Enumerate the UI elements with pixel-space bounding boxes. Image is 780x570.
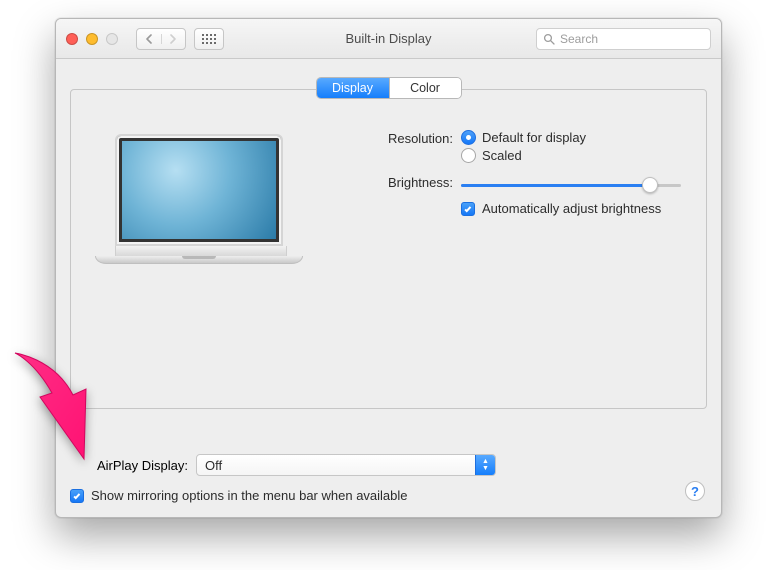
radio-on-icon: [461, 130, 476, 145]
search-field[interactable]: Search: [536, 28, 711, 50]
display-settings: Resolution: Default for display Scaled: [365, 130, 681, 224]
display-preview-image: [115, 134, 303, 264]
slider-thumb[interactable]: [642, 177, 658, 193]
titlebar: Built-in Display Search: [56, 19, 721, 59]
window-controls: [66, 33, 128, 45]
slider-fill: [461, 184, 650, 187]
nav-back-forward: [136, 28, 186, 50]
tab-display[interactable]: Display: [317, 78, 389, 98]
resolution-label: Resolution:: [365, 130, 461, 146]
back-button[interactable]: [137, 34, 161, 44]
airplay-label: AirPlay Display:: [70, 458, 188, 473]
airplay-popup[interactable]: Off ▲▼: [196, 454, 496, 476]
mirroring-label: Show mirroring options in the menu bar w…: [91, 488, 408, 503]
airplay-row: AirPlay Display: Off ▲▼: [70, 454, 707, 476]
resolution-scaled-radio[interactable]: Scaled: [461, 148, 586, 163]
checkbox-checked-icon: [461, 202, 475, 216]
minimize-window-button[interactable]: [86, 33, 98, 45]
chevron-right-icon: [169, 34, 177, 44]
brightness-row: Brightness:: [365, 174, 681, 193]
popup-arrows-icon: ▲▼: [475, 455, 495, 475]
mirroring-checkbox[interactable]: Show mirroring options in the menu bar w…: [70, 488, 408, 503]
radio-off-icon: [461, 148, 476, 163]
show-all-button[interactable]: [194, 28, 224, 50]
content-area: Display Color Resolution: Default for di…: [56, 59, 721, 517]
auto-brightness-row: Automatically adjust brightness: [365, 201, 681, 216]
preferences-window: Built-in Display Search Display Color Re…: [55, 18, 722, 518]
resolution-default-radio[interactable]: Default for display: [461, 130, 586, 145]
auto-brightness-checkbox[interactable]: Automatically adjust brightness: [461, 201, 661, 216]
airplay-value: Off: [197, 458, 475, 473]
search-icon: [543, 33, 555, 45]
tab-bar: Display Color: [316, 77, 462, 99]
checkbox-checked-icon: [70, 489, 84, 503]
close-window-button[interactable]: [66, 33, 78, 45]
forward-button[interactable]: [161, 34, 186, 44]
grid-icon: [202, 34, 216, 44]
brightness-slider[interactable]: [461, 177, 681, 193]
mirroring-row: Show mirroring options in the menu bar w…: [70, 488, 707, 503]
resolution-row: Resolution: Default for display Scaled: [365, 130, 681, 166]
help-button[interactable]: ?: [685, 481, 705, 501]
display-panel: Resolution: Default for display Scaled: [70, 89, 707, 409]
tab-color[interactable]: Color: [389, 78, 461, 98]
resolution-default-label: Default for display: [482, 130, 586, 145]
auto-brightness-label: Automatically adjust brightness: [482, 201, 661, 216]
brightness-label: Brightness:: [365, 174, 461, 190]
search-placeholder: Search: [560, 32, 598, 46]
footer-area: AirPlay Display: Off ▲▼ Show mirroring o…: [70, 454, 707, 503]
resolution-scaled-label: Scaled: [482, 148, 522, 163]
chevron-left-icon: [145, 34, 153, 44]
zoom-window-button[interactable]: [106, 33, 118, 45]
